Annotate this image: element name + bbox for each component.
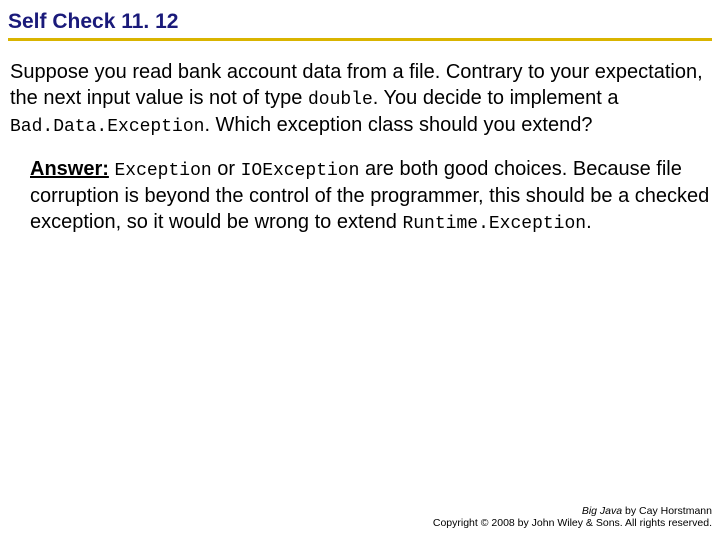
code-exception: Exception [114,161,211,181]
answer-text-2: . [586,211,592,233]
footer: Big Java by Cay Horstmann Copyright © 20… [433,505,712,530]
question-text-2: . You decide to implement a [373,87,619,109]
book-title: Big Java [582,505,622,517]
slide: Self Check 11. 12 Suppose you read bank … [0,0,720,540]
footer-copyright: Copyright © 2008 by John Wiley & Sons. A… [433,517,712,530]
question-paragraph: Suppose you read bank account data from … [10,59,710,140]
title-block: Self Check 11. 12 [8,10,712,41]
slide-title: Self Check 11. 12 [8,10,178,33]
code-baddataexception: Bad.Data.Exception [10,117,204,137]
question-text-3: . Which exception class should you exten… [204,114,592,136]
code-ioexception: IOException [241,161,360,181]
book-author: by Cay Horstmann [622,505,712,517]
answer-label: Answer: [30,158,109,180]
answer-mid-1: or [212,158,241,180]
footer-line-1: Big Java by Cay Horstmann [433,505,712,518]
answer-paragraph: Answer: Exception or IOException are bot… [30,156,710,237]
code-runtimeexception: Runtime.Exception [402,214,586,234]
code-double: double [308,90,373,110]
